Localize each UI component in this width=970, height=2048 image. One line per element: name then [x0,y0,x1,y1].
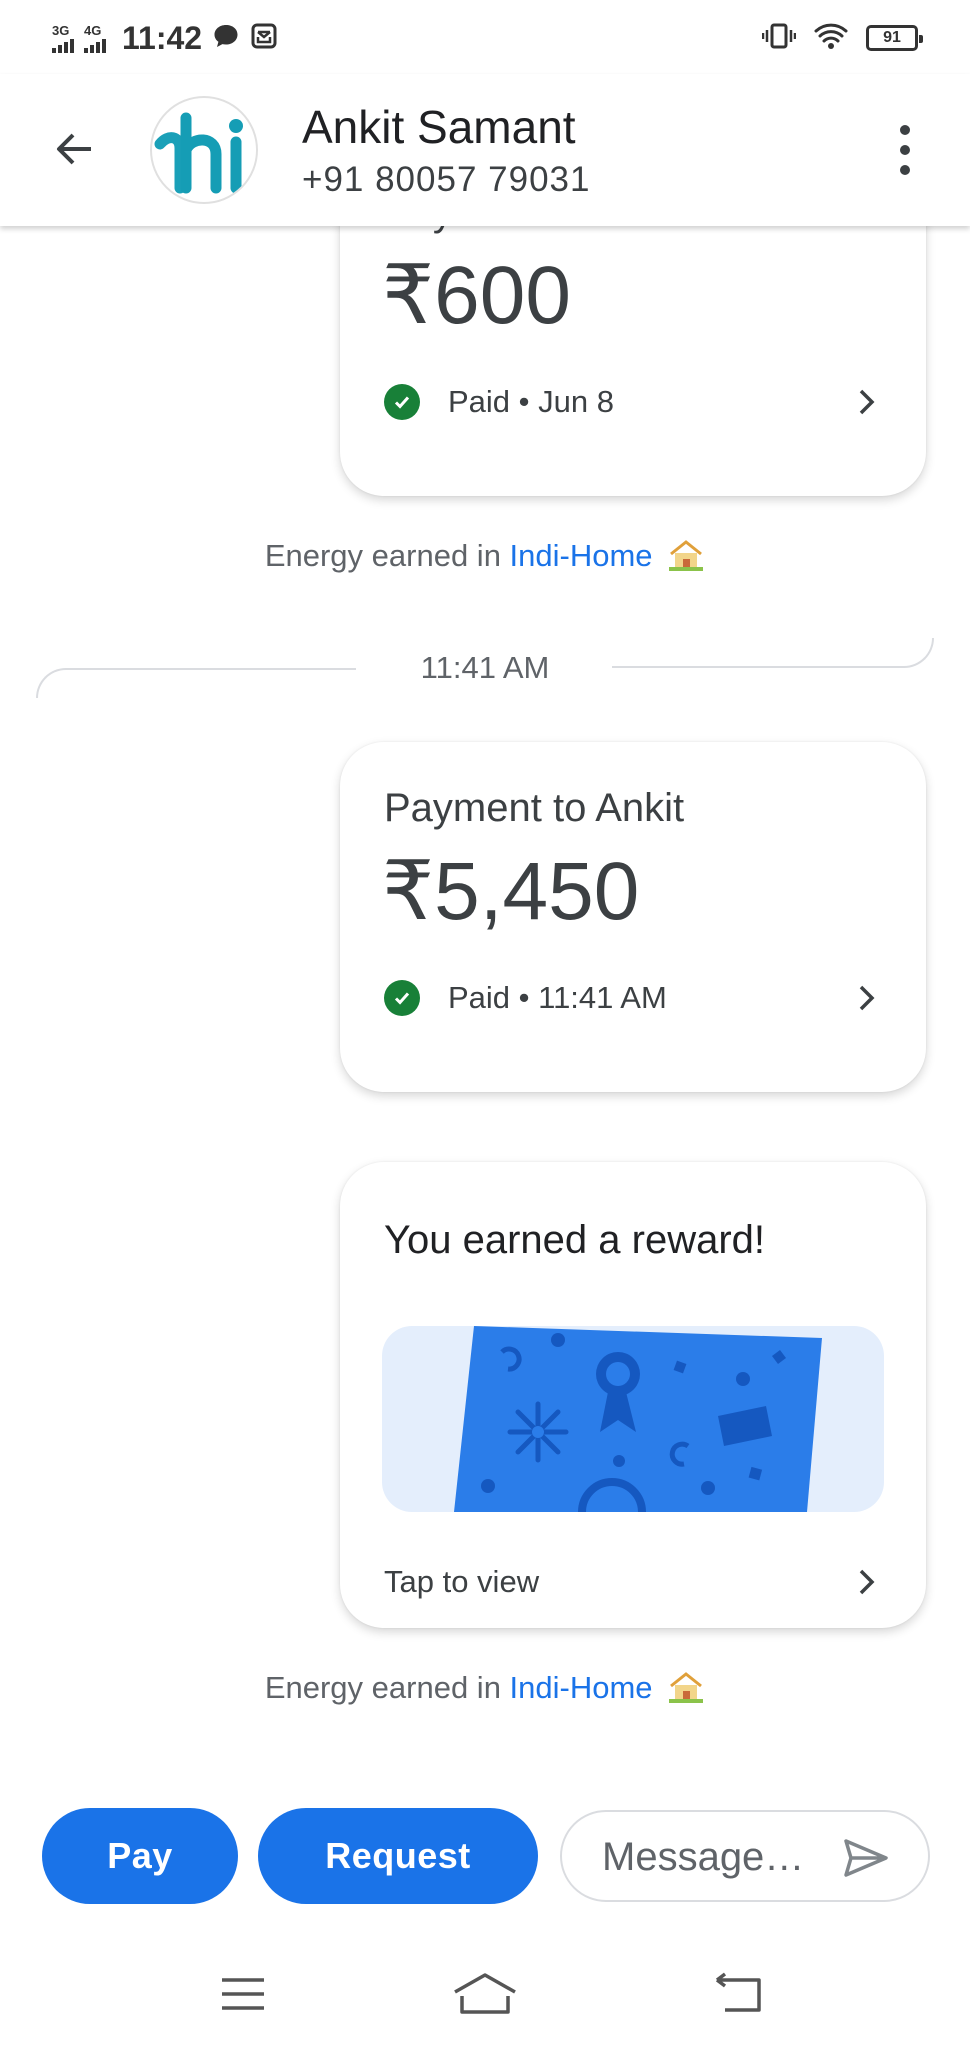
energy-note: Energy earned in Indi-Home [0,538,970,580]
house-icon [667,538,705,580]
chat-bubble-icon [212,22,240,55]
menu-nav-button[interactable] [198,1964,288,2024]
house-icon [667,1670,705,1712]
payment-card-previous[interactable]: Payment to Ankit ₹600 Paid • Jun 8 [340,226,926,496]
back-nav-icon [715,1972,761,2012]
energy-note: Energy earned in Indi-Home [0,1670,970,1712]
chat-header: Ankit Samant +91 80057 79031 [0,74,970,226]
reward-tap-row[interactable]: Tap to view [384,1562,882,1602]
payment-title: Payment to Ankit [384,226,684,235]
system-nav-bar [0,1944,970,2048]
chevron-right-icon[interactable] [852,1567,882,1597]
home-nav-button[interactable] [440,1964,530,2024]
payment-status: Paid • 11:41 AM [448,980,667,1015]
status-right: 91 [761,20,923,56]
sim2-signal-icon: 4G [84,24,106,53]
status-bar: 3G 4G 11:42 91 [0,0,970,74]
message-box[interactable] [560,1810,930,1902]
chat-thread[interactable]: Payment to Ankit ₹600 Paid • Jun 8 Energ… [0,226,970,1786]
more-options-button[interactable] [880,118,930,182]
payment-status: Paid • Jun 8 [448,384,614,419]
reward-title: You earned a reward! [384,1218,766,1262]
send-icon[interactable] [842,1834,890,1882]
indi-home-link[interactable]: Indi-Home [510,538,653,573]
contact-name: Ankit Samant [302,101,576,153]
wifi-icon [814,22,848,55]
sim1-signal-icon: 3G [52,24,74,53]
notification-app-icon [250,22,278,55]
reward-card[interactable]: You earned a reward! Tap to view [340,1162,926,1628]
home-icon [454,1973,516,2014]
compose-bar: Pay Request [0,1800,970,1910]
battery-icon: 91 [866,25,923,51]
payment-amount: ₹5,450 [382,846,640,937]
reward-action: Tap to view [384,1564,540,1599]
menu-icon [222,1978,264,2010]
reward-banner-image [382,1326,884,1512]
chevron-right-icon[interactable] [852,983,882,1013]
divider-time: 11:41 AM [396,650,574,685]
message-input[interactable] [602,1832,832,1882]
avatar[interactable] [150,96,258,204]
pay-button[interactable]: Pay [42,1808,238,1904]
check-circle-icon [384,384,420,420]
status-time: 11:42 [122,19,203,56]
contact-phone: +91 80057 79031 [302,160,591,199]
payment-title: Payment to Ankit [384,786,685,830]
back-button[interactable] [40,119,110,179]
check-circle-icon [384,980,420,1016]
payment-status-row: Paid • 11:41 AM [384,978,882,1018]
request-button[interactable]: Request [258,1808,538,1904]
payment-status-row: Paid • Jun 8 [384,382,882,422]
time-divider: 11:41 AM [0,638,970,698]
payment-amount: ₹600 [382,250,571,341]
indi-home-link[interactable]: Indi-Home [510,1670,653,1705]
more-vert-icon [900,125,910,135]
chevron-right-icon[interactable] [852,387,882,417]
vibrate-icon [761,22,797,55]
arrow-left-icon [57,133,91,165]
payment-card[interactable]: Payment to Ankit ₹5,450 Paid • 11:41 AM [340,742,926,1092]
back-nav-button[interactable] [694,1964,784,2024]
status-left: 3G 4G 11:42 [52,18,278,58]
